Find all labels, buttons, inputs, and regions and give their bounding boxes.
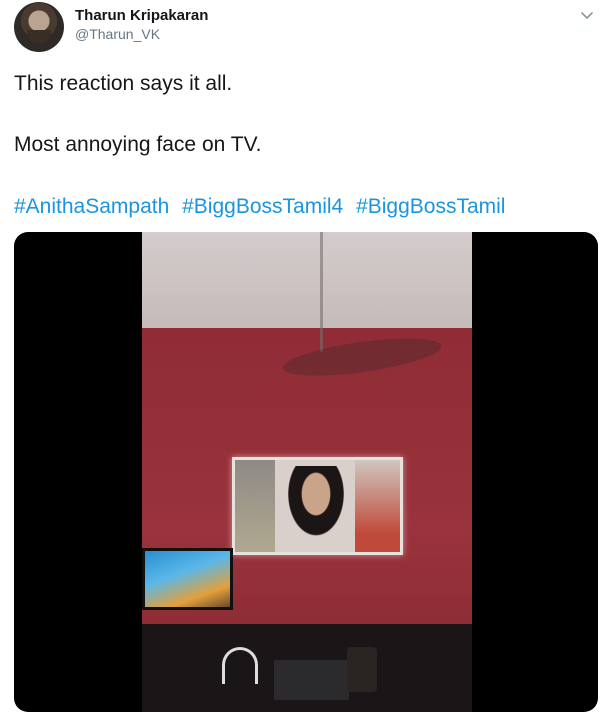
ceiling-fan bbox=[280, 331, 444, 383]
tweet-text-line-2: Most annoying face on TV. bbox=[14, 133, 262, 156]
ceiling bbox=[142, 232, 472, 328]
chevron-down-icon[interactable] bbox=[578, 6, 596, 24]
set-top-box bbox=[274, 660, 349, 700]
hashtag-bigg-boss-tamil-4[interactable]: #BiggBossTamil4 bbox=[182, 195, 343, 218]
hashtag-bigg-boss-tamil[interactable]: #BiggBossTamil bbox=[356, 195, 505, 218]
video-frame bbox=[142, 232, 472, 712]
author-handle[interactable]: @Tharun_VK bbox=[75, 26, 160, 42]
tweet-text-line-1: This reaction says it all. bbox=[14, 72, 233, 95]
hashtag-list: #AnithaSampath #BiggBossTamil4 #BiggBoss… bbox=[14, 193, 590, 221]
tv-face bbox=[281, 466, 351, 546]
ceiling-fan-rod bbox=[320, 232, 323, 352]
tweet-video[interactable] bbox=[14, 232, 598, 712]
small-screen bbox=[142, 548, 233, 610]
avatar[interactable] bbox=[14, 2, 64, 52]
wall-tv bbox=[232, 457, 403, 555]
hashtag-anitha-sampath[interactable]: #AnithaSampath bbox=[14, 195, 169, 218]
author-name[interactable]: Tharun Kripakaran bbox=[75, 7, 208, 24]
headphone-icon bbox=[222, 647, 258, 684]
tweet-text: This reaction says it all. Most annoying… bbox=[14, 70, 590, 221]
jar bbox=[347, 647, 377, 692]
